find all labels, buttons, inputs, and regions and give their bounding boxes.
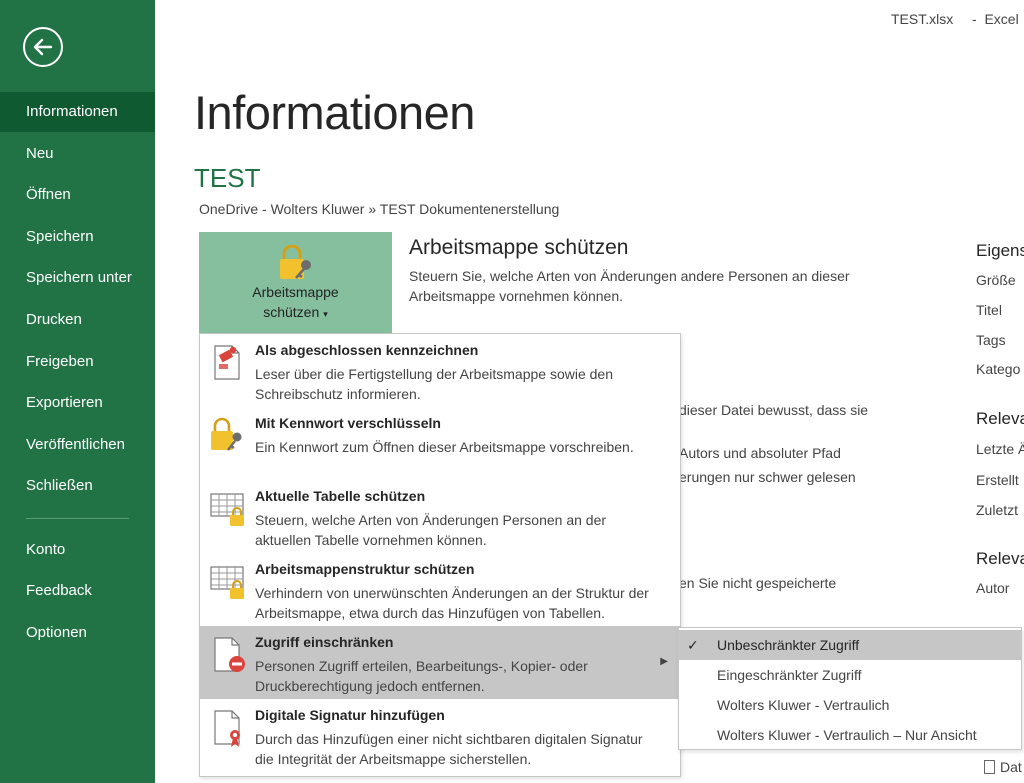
sidebar-item-veroeffentlichen[interactable]: Veröffentlichen xyxy=(0,425,155,465)
menu-item-title: Aktuelle Tabelle schützen xyxy=(255,488,426,504)
submenu-item-label: Eingeschränkter Zugriff xyxy=(717,667,862,683)
menu-item-encrypt-password[interactable]: Mit Kennwort verschlüsseln Ein Kennwort … xyxy=(200,407,680,480)
property-label: Katego xyxy=(976,361,1021,377)
property-label: Tags xyxy=(976,332,1006,348)
protect-button-label-text: schützen xyxy=(263,304,320,320)
protect-button-label-line1: Arbeitsmappe xyxy=(252,284,339,300)
menu-item-description: Leser über die Fertigstellung der Arbeit… xyxy=(255,366,613,402)
lock-key-icon xyxy=(280,245,311,279)
property-label: Erstellt xyxy=(976,472,1019,488)
menu-item-description: Steuern, welche Arten von Änderungen Per… xyxy=(255,512,607,548)
menu-item-description: Verhindern von unerwünschten Änderungen … xyxy=(255,585,649,621)
checkmark-icon: ✓ xyxy=(687,637,699,653)
sidebar-item-speichern-unter[interactable]: Speichern unter xyxy=(0,258,155,298)
submenu-item-label: Unbeschränkter Zugriff xyxy=(717,637,860,653)
menu-item-title: Digitale Signatur hinzufügen xyxy=(255,707,445,723)
property-label: Letzte Ä xyxy=(976,441,1024,457)
sidebar-item-schliessen[interactable]: Schließen xyxy=(0,466,155,506)
chevron-down-icon: ▾ xyxy=(323,309,328,319)
back-arrow-icon xyxy=(33,38,53,56)
title-separator: - xyxy=(972,11,977,27)
sidebar-item-drucken[interactable]: Drucken xyxy=(0,300,155,340)
property-label: Größe xyxy=(976,272,1016,288)
related-document-label[interactable]: Dat xyxy=(1000,759,1022,775)
menu-item-title: Mit Kennwort verschlüsseln xyxy=(255,415,441,431)
submenu-item-unrestricted[interactable]: ✓ Unbeschränkter Zugriff xyxy=(679,630,1021,660)
submenu-item-restricted[interactable]: Eingeschränkter Zugriff xyxy=(679,660,1021,690)
menu-item-mark-final[interactable]: Als abgeschlossen kennzeichnen Leser übe… xyxy=(200,334,680,407)
submenu-item-label: Wolters Kluwer - Vertraulich xyxy=(717,697,890,713)
menu-item-protect-sheet[interactable]: Aktuelle Tabelle schützen Steuern, welch… xyxy=(200,480,680,553)
submenu-arrow-icon: ▶ xyxy=(660,656,668,667)
menu-item-description: Durch das Hinzufügen einer nicht sichtba… xyxy=(255,731,643,767)
menu-item-digital-signature[interactable]: Digitale Signatur hinzufügen Durch das H… xyxy=(200,699,680,772)
window-file-name: TEST.xlsx xyxy=(891,11,954,27)
sidebar-item-freigeben[interactable]: Freigeben xyxy=(0,342,155,382)
document-name: TEST xyxy=(194,163,261,193)
menu-item-title: Zugriff einschränken xyxy=(255,634,394,650)
document-icon xyxy=(984,760,995,774)
section-title: Arbeitsmappe schützen xyxy=(409,236,629,259)
submenu-item-label: Wolters Kluwer - Vertraulich – Nur Ansic… xyxy=(717,727,977,743)
sidebar-item-feedback[interactable]: Feedback xyxy=(0,571,155,611)
sidebar-item-speichern[interactable]: Speichern xyxy=(0,217,155,257)
page-title: Informationen xyxy=(194,86,475,139)
background-text: Autors und absoluter Pfad xyxy=(679,445,841,461)
lock-key-icon xyxy=(211,417,242,451)
background-text: erungen nur schwer gelesen xyxy=(679,469,856,485)
properties-heading: Eigens xyxy=(976,241,1024,260)
sidebar-item-oeffnen[interactable]: Öffnen xyxy=(0,175,155,215)
menu-item-description: Personen Zugriff erteilen, Bearbeitungs-… xyxy=(255,658,588,694)
sidebar-divider xyxy=(26,518,129,519)
menu-item-title: Als abgeschlossen kennzeichnen xyxy=(255,342,479,358)
property-label: Autor xyxy=(976,580,1010,596)
menu-item-restrict-access[interactable]: Zugriff einschränken Personen Zugriff er… xyxy=(200,626,680,699)
sheet-lock-icon xyxy=(210,493,244,526)
protect-button-label-line2: schützen ▾ xyxy=(199,304,392,320)
protect-workbook-button[interactable]: Arbeitsmappe schützen ▾ xyxy=(199,232,392,334)
related-people-heading: Releva xyxy=(976,549,1024,568)
mark-final-icon xyxy=(214,345,240,380)
sidebar-item-konto[interactable]: Konto xyxy=(0,530,155,570)
sidebar-item-exportieren[interactable]: Exportieren xyxy=(0,383,155,423)
related-dates-heading: Releva xyxy=(976,409,1024,428)
menu-item-title: Arbeitsmappenstruktur schützen xyxy=(255,561,475,577)
background-text: dieser Datei bewusst, dass sie xyxy=(679,402,869,418)
property-label: Zuletzt xyxy=(976,502,1019,518)
submenu-item-confidential-view-only[interactable]: Wolters Kluwer - Vertraulich – Nur Ansic… xyxy=(679,720,1021,750)
background-text: en Sie nicht gespeicherte xyxy=(679,575,837,591)
menu-item-protect-structure[interactable]: Arbeitsmappenstruktur schützen Verhinder… xyxy=(200,553,680,626)
backstage-sidebar: Informationen Neu Öffnen Speichern Speic… xyxy=(0,0,155,783)
workbook-lock-icon xyxy=(210,566,244,599)
signature-icon xyxy=(214,710,240,747)
submenu-item-confidential[interactable]: Wolters Kluwer - Vertraulich xyxy=(679,690,1021,720)
menu-item-description: Ein Kennwort zum Öffnen dieser Arbeitsma… xyxy=(255,439,634,455)
window-app-name: - Excel xyxy=(972,11,1019,27)
sidebar-item-optionen[interactable]: Optionen xyxy=(0,613,155,653)
back-button[interactable] xyxy=(23,27,63,67)
restrict-access-icon xyxy=(214,637,245,672)
app-name: Excel xyxy=(984,11,1019,27)
restrict-access-submenu: ✓ Unbeschränkter Zugriff Eingeschränkter… xyxy=(678,627,1022,750)
property-label: Titel xyxy=(976,302,1002,318)
breadcrumb[interactable]: OneDrive - Wolters Kluwer » TEST Dokumen… xyxy=(199,201,559,217)
protect-workbook-menu: Als abgeschlossen kennzeichnen Leser übe… xyxy=(199,333,681,777)
sidebar-item-informationen[interactable]: Informationen xyxy=(0,92,155,132)
section-description: Steuern Sie, welche Arten von Änderungen… xyxy=(409,268,850,304)
sidebar-item-neu[interactable]: Neu xyxy=(0,134,155,174)
